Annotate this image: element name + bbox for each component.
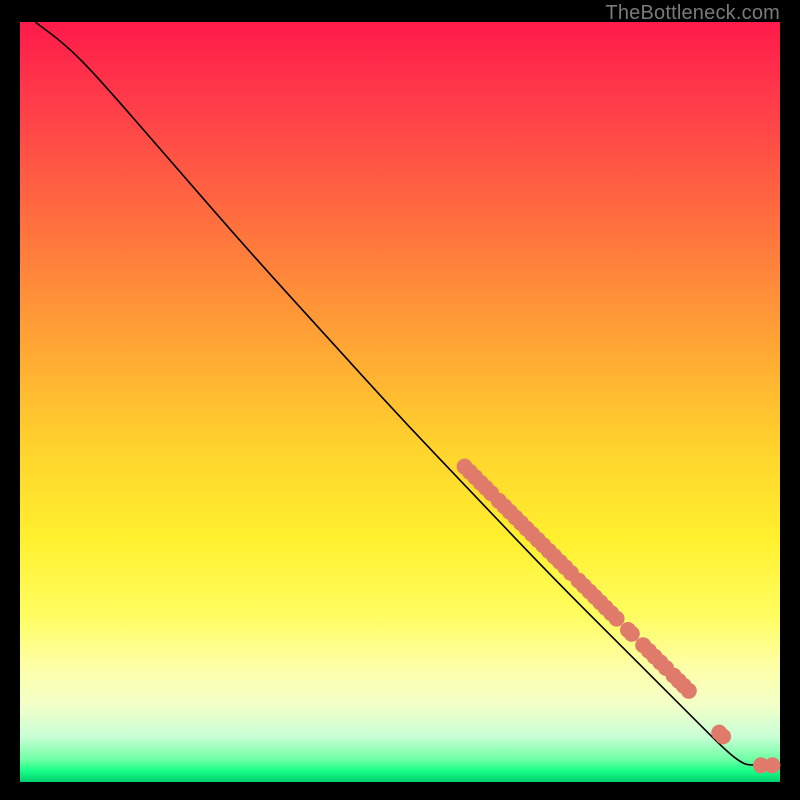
bottleneck-curve — [35, 22, 780, 765]
data-dot-seg6-1 — [715, 728, 731, 744]
data-dot-seg3-1 — [624, 626, 640, 642]
data-dots-group — [457, 459, 781, 774]
data-dot-seg5-3 — [681, 683, 697, 699]
plot-overlay-svg — [20, 22, 780, 782]
chart-stage: TheBottleneck.com — [0, 0, 800, 800]
data-dot-seg2-7 — [609, 611, 625, 627]
plot-area — [20, 22, 780, 782]
data-dot-end-1 — [764, 757, 780, 773]
